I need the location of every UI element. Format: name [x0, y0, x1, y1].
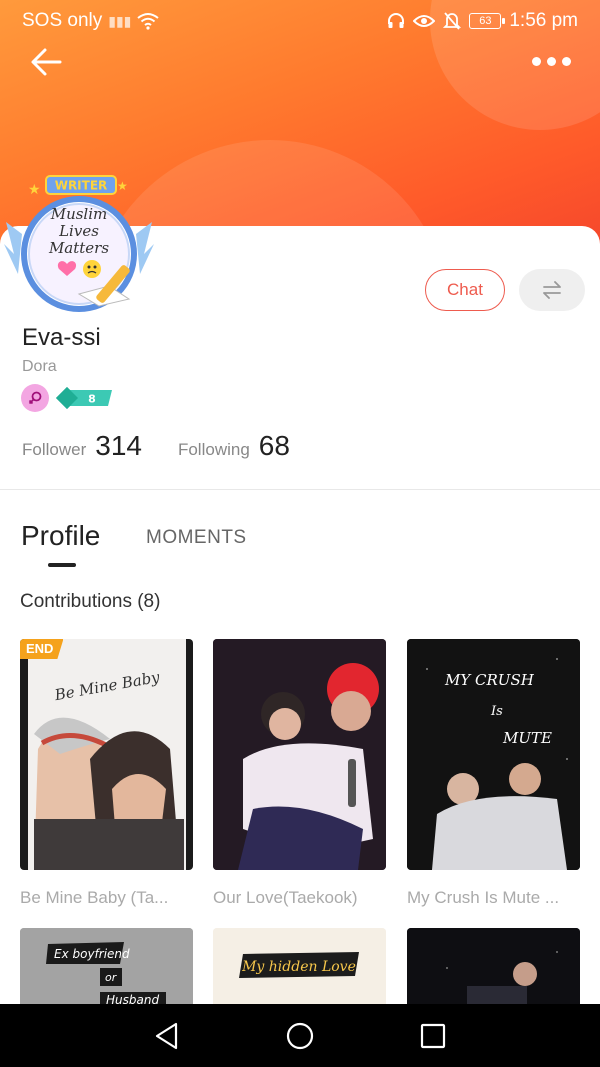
avatar[interactable]: ★ ★ WRITER Muslim Lives Matters — [4, 174, 154, 314]
story-title[interactable]: Be Mine Baby (Ta... — [20, 888, 168, 908]
contributions-heading: Contributions (8) — [20, 591, 161, 612]
chat-button[interactable]: Chat — [425, 269, 505, 311]
back-button[interactable] — [28, 44, 64, 80]
following-count[interactable]: 68 — [259, 430, 290, 462]
cover-text: Husband — [106, 993, 159, 1004]
cover-text: MY CRUSH — [444, 671, 535, 689]
level-badge-icon: 8 — [56, 387, 114, 409]
story-title[interactable]: Our Love(Taekook) — [213, 888, 358, 908]
profile-subname: Dora — [22, 358, 57, 375]
headphones-icon — [388, 13, 405, 28]
cover-text: My hidden Love — [241, 959, 356, 975]
level-number: 8 — [88, 393, 96, 406]
more-dots-icon — [562, 56, 571, 66]
avatar-line-3: Matters — [48, 239, 109, 257]
battery-level: 63 — [479, 15, 492, 27]
cover-text: Ex boyfriend — [54, 947, 130, 961]
more-dots-icon — [532, 56, 541, 66]
more-options-button[interactable] — [532, 54, 576, 68]
switch-button[interactable] — [519, 269, 585, 311]
eye-icon — [413, 15, 436, 27]
cover-art — [213, 639, 386, 870]
carrier-text: SOS only — [22, 10, 103, 31]
swap-arrows-icon — [543, 281, 561, 299]
story-cover[interactable]: Be Mine Baby END — [20, 639, 193, 870]
section-divider — [0, 489, 600, 490]
more-dots-icon — [547, 56, 556, 66]
cover-text: Is — [490, 704, 503, 719]
clock-time: 1:56 pm — [509, 10, 578, 31]
cover-art: My hidden Love — [213, 928, 386, 1004]
status-bar: SOS only ▮▮▮ 63 1:56 pm — [0, 0, 600, 42]
triangle-back-icon — [155, 1022, 177, 1049]
story-title[interactable]: My Crush Is Mute ... — [407, 888, 559, 908]
tab-profile[interactable]: Profile — [21, 520, 100, 552]
cover-text: or — [105, 971, 118, 984]
female-icon — [21, 384, 49, 412]
tab-moments[interactable]: MOMENTS — [146, 527, 247, 549]
nav-back-button[interactable] — [147, 1016, 187, 1056]
follow-stats: Follower 314 Following 68 — [22, 430, 326, 462]
story-cover[interactable]: MY CRUSH Is MUTE — [407, 639, 580, 870]
avatar-image: ★ ★ WRITER Muslim Lives Matters — [4, 175, 154, 312]
nav-home-button[interactable] — [280, 1016, 320, 1056]
system-navigation-bar — [0, 1004, 600, 1067]
cover-art: Ex boyfriend or Husband — [20, 928, 193, 1004]
svg-text:★: ★ — [28, 182, 41, 198]
avatar-line-1: Muslim — [50, 205, 108, 223]
writer-badge-text: WRITER — [55, 179, 108, 193]
bell-off-icon — [443, 12, 462, 30]
avatar-line-2: Lives — [58, 222, 99, 240]
story-cover[interactable]: My hidden Love — [213, 928, 386, 1004]
circle-home-icon — [286, 1022, 314, 1049]
active-tab-indicator — [48, 563, 76, 567]
story-cover[interactable] — [213, 639, 386, 870]
cover-art — [407, 928, 580, 1004]
svg-text:★: ★ — [117, 179, 128, 193]
follower-label[interactable]: Follower — [22, 440, 86, 460]
wifi-icon — [137, 13, 160, 30]
follower-count[interactable]: 314 — [95, 430, 142, 462]
following-label[interactable]: Following — [178, 440, 250, 460]
arrow-left-icon — [31, 48, 62, 76]
cover-art: Be Mine Baby — [28, 639, 186, 870]
cover-art: MY CRUSH Is MUTE — [407, 639, 580, 870]
top-navigation — [0, 42, 600, 82]
battery-icon: 63 — [469, 13, 506, 29]
story-cover[interactable] — [407, 928, 580, 1004]
story-cover[interactable]: Ex boyfriend or Husband — [20, 928, 193, 1004]
cover-text: MUTE — [502, 729, 552, 747]
signal-icon: ▮▮▮ — [108, 12, 132, 29]
square-recents-icon — [421, 1023, 446, 1048]
nav-recents-button[interactable] — [413, 1016, 453, 1056]
end-badge: END — [20, 639, 64, 659]
profile-name: Eva-ssi — [22, 324, 101, 351]
